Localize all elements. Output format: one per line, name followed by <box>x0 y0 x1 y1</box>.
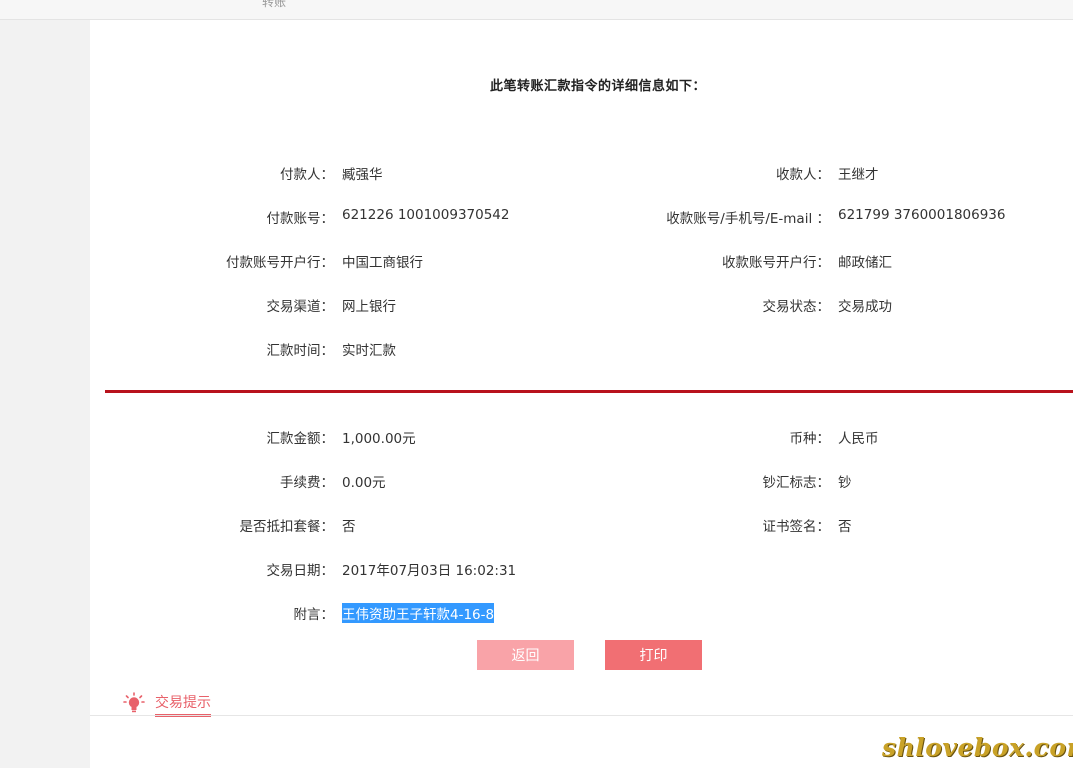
payer-label: 付款人： <box>280 167 334 183</box>
payer-bank-value: 中国工商银行 <box>342 255 423 271</box>
breadcrumb[interactable]: 转账 <box>262 0 286 10</box>
amount-label: 汇款金额： <box>266 431 335 447</box>
print-button[interactable]: 打印 <box>605 640 702 670</box>
watermark: shlovebox.com <box>882 733 1073 762</box>
channel-label: 交易渠道： <box>266 299 335 315</box>
tips-label: 交易提示 <box>155 692 211 717</box>
cash-flag-value: 钞 <box>838 475 852 491</box>
detail-title: 此笔转账汇款指令的详细信息如下： <box>489 79 706 94</box>
payee-label: 收款人： <box>776 167 830 183</box>
package-deduct-value: 否 <box>342 519 356 535</box>
payee-account-value: 621799 3760001806936 <box>838 207 1006 223</box>
status-label: 交易状态： <box>762 299 831 315</box>
payee-value: 王继才 <box>838 167 879 183</box>
payee-bank-value: 邮政储汇 <box>838 255 892 271</box>
cert-sign-label: 证书签名： <box>762 519 831 535</box>
top-bar: 转账 <box>0 0 1073 20</box>
cash-flag-label: 钞汇标志： <box>762 475 831 491</box>
payer-account-value: 621226 1001009370542 <box>342 207 510 223</box>
currency-value: 人民币 <box>838 431 879 447</box>
detail-panel <box>90 20 1073 768</box>
remit-time-value: 实时汇款 <box>342 343 396 359</box>
fee-value: 0.00元 <box>342 475 386 491</box>
memo-value[interactable]: 王伟资助王子轩款4-16-8 <box>342 603 495 623</box>
payer-account-label: 付款账号： <box>266 211 335 227</box>
currency-label: 币种： <box>789 431 831 447</box>
amount-value: 1,000.00元 <box>342 431 416 447</box>
payer-value: 臧强华 <box>342 167 383 183</box>
tips-divider <box>90 715 1073 716</box>
payee-account-label: 收款账号/手机号/E-mail ： <box>666 211 830 227</box>
back-button[interactable]: 返回 <box>477 640 574 670</box>
section-divider <box>105 390 1073 393</box>
trade-date-label: 交易日期： <box>266 563 335 579</box>
remit-time-label: 汇款时间： <box>266 343 335 359</box>
memo-label: 附言： <box>293 607 335 623</box>
left-sidebar <box>0 20 90 768</box>
channel-value: 网上银行 <box>342 299 396 315</box>
cert-sign-value: 否 <box>838 519 852 535</box>
payee-bank-label: 收款账号开户行： <box>722 255 830 271</box>
status-value: 交易成功 <box>838 299 892 315</box>
trade-date-value: 2017年07月03日 16:02:31 <box>342 563 517 579</box>
fee-label: 手续费： <box>280 475 334 491</box>
lightbulb-icon <box>123 692 145 713</box>
payer-bank-label: 付款账号开户行： <box>226 255 334 271</box>
package-deduct-label: 是否抵扣套餐： <box>239 519 335 535</box>
